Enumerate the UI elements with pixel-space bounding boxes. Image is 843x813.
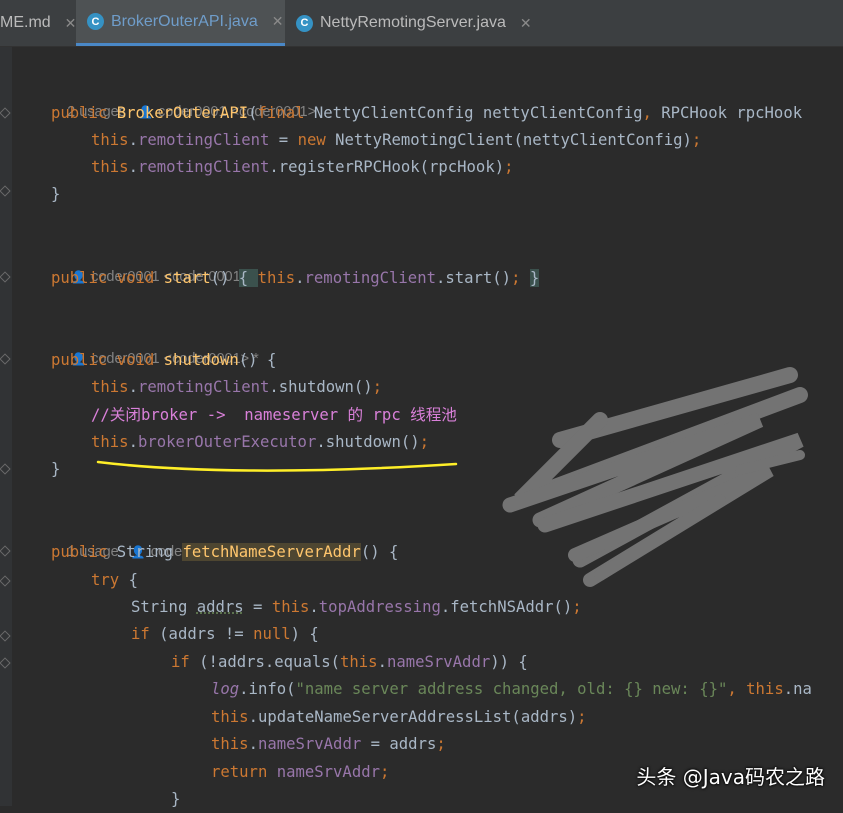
code-line: if (!addrs.equals(this.nameSrvAddr)) {	[171, 653, 528, 671]
tab-broker-outer-api[interactable]: C BrokerOuterAPI.java ✕	[76, 0, 285, 46]
code-line: }	[51, 185, 61, 203]
code-line: }	[171, 790, 181, 808]
tab-netty-remoting-server[interactable]: C NettyRemotingServer.java ✕	[286, 0, 546, 46]
comment-line: //关闭broker -> nameserver 的 rpc 线程池	[91, 406, 457, 424]
tab-title: BrokerOuterAPI.java	[111, 12, 258, 30]
tab-readme[interactable]: ME.md ✕	[0, 0, 77, 46]
code-line: public String fetchNameServerAddr() {	[51, 543, 399, 561]
code-line: String addrs = this.topAddressing.fetchN…	[131, 598, 582, 616]
java-class-icon: C	[296, 14, 313, 32]
close-icon[interactable]: ✕	[520, 15, 532, 32]
close-icon[interactable]: ✕	[272, 13, 284, 30]
code-line: return nameSrvAddr;	[211, 763, 390, 781]
inlay-hint-usages[interactable]: 1 usage 👤coder0001 <coder0001>	[51, 512, 309, 560]
code-line: try {	[91, 571, 138, 589]
editor-tab-bar: ME.md ✕ C BrokerOuterAPI.java ✕ C NettyR…	[0, 0, 843, 47]
code-line: this.updateNameServerAddressList(addrs);	[211, 708, 587, 726]
tab-title: NettyRemotingServer.java	[320, 14, 506, 31]
code-line: this.nameSrvAddr = addrs;	[211, 735, 446, 753]
tab-title: ME.md	[0, 14, 51, 31]
code-line: }	[51, 460, 61, 478]
code-editor[interactable]: 2 usages 👤 coder0001 <coder0001> public B…	[0, 47, 843, 808]
code-line: if (addrs != null) {	[131, 625, 319, 643]
java-class-icon: C	[87, 13, 104, 30]
code-line: log.info("name server address changed, o…	[211, 680, 812, 698]
code-line: public void start() { this.remotingClien…	[51, 269, 540, 287]
code-line: this.brokerOuterExecutor.shutdown();	[91, 433, 430, 451]
inlay-hint-author[interactable]: 👤 coder0001 <coder0001> *	[55, 319, 259, 367]
close-icon[interactable]: ✕	[65, 15, 77, 32]
code-line: public BrokerOuterAPI(final NettyClientC…	[51, 104, 803, 122]
watermark: 头条 @Java码农之路	[636, 765, 825, 789]
inlay-hint-author[interactable]: 👤 coder0001 <coder0001>	[55, 237, 249, 285]
code-line: this.remotingClient = new NettyRemotingC…	[91, 131, 702, 149]
code-line: this.remotingClient.shutdown();	[91, 378, 383, 396]
code-line: public void shutdown() {	[51, 351, 277, 369]
code-line: this.remotingClient.registerRPCHook(rpcH…	[91, 158, 514, 176]
inlay-hint-usages[interactable]: 2 usages 👤 coder0001 <coder0001>	[51, 72, 316, 120]
